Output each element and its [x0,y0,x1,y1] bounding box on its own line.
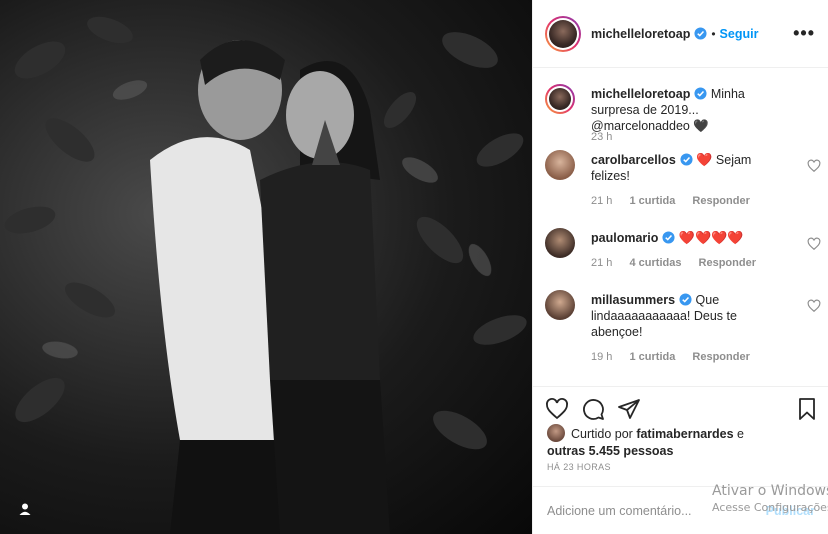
comment-emoji: ❤️ [696,152,713,167]
comment-username[interactable]: carolbarcellos [591,153,676,167]
liker-avatar[interactable] [547,424,565,442]
post-actions [533,386,828,428]
comments-list[interactable]: michelleloretoap Minha surpresa de 2019.… [533,68,828,386]
caption-time[interactable]: 23 h [591,131,612,143]
comment-meta: 21 h 4 curtidas Responder [591,257,770,269]
comment-username[interactable]: paulomario [591,231,658,245]
tagged-user-icon[interactable] [14,498,36,520]
caption-text: michelleloretoap Minha surpresa de 2019.… [591,86,791,134]
comment-text: paulomario ❤️❤️❤️❤️ [591,230,791,246]
reply-button[interactable]: Responder [692,195,749,207]
post-time-ago[interactable]: HÁ 23 HORAS [547,462,611,472]
author-username[interactable]: michelleloretoap [591,27,690,41]
verified-badge-icon [662,231,675,244]
comment-time[interactable]: 19 h [591,351,612,363]
likes-others[interactable]: outras 5.455 pessoas [547,444,673,458]
caption-avatar[interactable] [545,84,575,114]
save-bookmark-icon[interactable] [795,397,819,421]
post-side-panel: michelleloretoap • Seguir ••• michellelo… [532,0,828,534]
comment-text: millasummers Que lindaaaaaaaaaaa! Deus t… [591,292,791,340]
comment-meta: 19 h 1 curtida Responder [591,351,764,363]
like-heart-icon[interactable] [545,397,569,421]
verified-badge-icon [694,27,707,40]
verified-badge-icon [694,87,707,100]
likes-prefix: Curtido por [571,427,637,441]
comment-time[interactable]: 21 h [591,257,612,269]
follow-button[interactable]: Seguir [720,27,759,41]
comment-text: carolbarcellos ❤️ Sejam felizes! [591,152,791,184]
comment-avatar[interactable] [545,290,575,320]
likes-middle: e [733,427,745,441]
like-comment-heart-icon[interactable] [807,159,821,173]
comment-meta: 21 h 1 curtida Responder [591,195,764,207]
reply-button[interactable]: Responder [699,257,756,269]
comment-bubble-icon[interactable] [581,397,605,421]
verified-badge-icon [679,293,692,306]
publish-button[interactable]: Publicar [766,504,815,518]
caption-username[interactable]: michelleloretoap [591,87,690,101]
share-paper-plane-icon[interactable] [617,397,641,421]
comment-likes[interactable]: 1 curtida [629,195,675,207]
comment-emoji: ❤️❤️❤️❤️ [678,230,744,245]
more-options-button[interactable]: ••• [793,24,815,42]
reply-button[interactable]: Responder [692,351,749,363]
post-header: michelleloretoap • Seguir ••• [533,0,828,68]
add-comment-bar: Publicar [533,486,828,534]
liker-username[interactable]: fatimabernardes [636,427,733,441]
comment-avatar[interactable] [545,228,575,258]
author-avatar[interactable] [545,15,581,52]
comment-avatar[interactable] [545,150,575,180]
likes-summary: Curtido por fatimabernardes e outras 5.4… [547,424,817,460]
post-photo[interactable] [0,0,532,534]
comment-likes[interactable]: 4 curtidas [629,257,681,269]
photo-scene [4,16,527,534]
verified-badge-icon [680,153,693,166]
comment-input[interactable] [547,503,717,518]
comment-likes[interactable]: 1 curtida [629,351,675,363]
like-comment-heart-icon[interactable] [807,237,821,251]
comment-username[interactable]: millasummers [591,293,675,307]
like-comment-heart-icon[interactable] [807,299,821,313]
comment-time[interactable]: 21 h [591,195,612,207]
caption-meta: 23 h [591,131,626,143]
header-separator: • [711,26,716,41]
caption-emoji: 🖤 [693,119,709,133]
